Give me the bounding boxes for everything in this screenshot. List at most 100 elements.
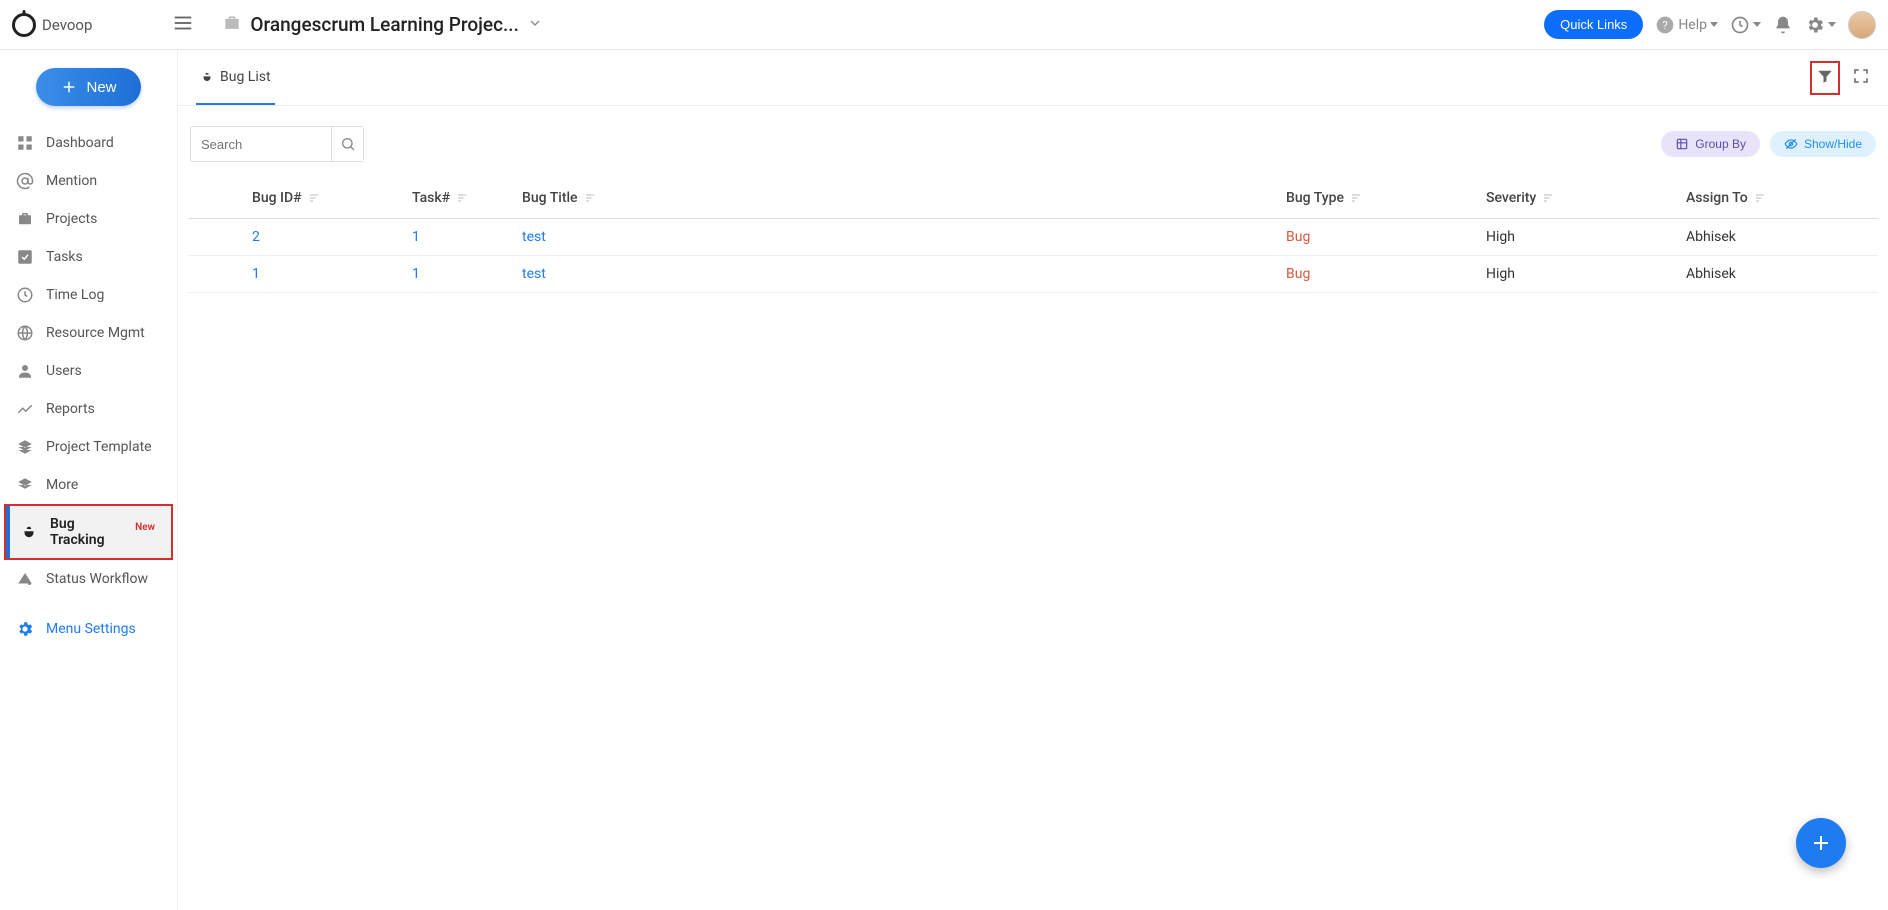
sidebar-item-bug-tracking[interactable]: Bug Tracking New	[6, 506, 171, 558]
new-badge: New	[135, 522, 155, 533]
svg-text:?: ?	[1663, 19, 1668, 32]
sidebar-item-label: Time Log	[46, 287, 104, 303]
check-box-icon	[16, 248, 34, 266]
sidebar-item-dashboard[interactable]: Dashboard	[0, 124, 177, 162]
sidebar-item-label: Status Workflow	[46, 571, 148, 587]
project-selector[interactable]: Orangescrum Learning Projec...	[222, 13, 542, 37]
severity-value: High	[1486, 266, 1515, 282]
bug-icon	[200, 70, 214, 84]
bug-title-link[interactable]: test	[522, 229, 546, 245]
bug-title-link[interactable]: test	[522, 266, 546, 282]
layers-icon	[16, 438, 34, 456]
task-link[interactable]: 1	[412, 266, 420, 282]
bug-icon	[20, 523, 38, 541]
show-hide-button[interactable]: Show/Hide	[1770, 131, 1876, 157]
sidebar-item-label: Menu Settings	[46, 621, 136, 637]
sidebar-item-tasks[interactable]: Tasks	[0, 238, 177, 276]
add-bug-fab[interactable]	[1796, 818, 1846, 868]
th-severity[interactable]: Severity	[1478, 178, 1678, 219]
chevron-down-icon	[527, 15, 543, 35]
notifications-button[interactable]	[1773, 15, 1793, 35]
new-button-label: New	[86, 79, 116, 96]
column-label: Bug Type	[1286, 190, 1344, 206]
sidebar-item-workflow[interactable]: Status Workflow	[0, 560, 177, 598]
search-icon	[340, 136, 356, 152]
clock-icon	[16, 286, 34, 304]
th-bug-id[interactable]: Bug ID#	[244, 178, 404, 219]
workflow-icon	[16, 570, 34, 588]
sidebar-item-label: Users	[46, 363, 82, 379]
main-content: Bug List	[178, 50, 1888, 910]
bug-id-link[interactable]: 2	[252, 229, 260, 245]
th-task[interactable]: Task#	[404, 178, 514, 219]
filter-button[interactable]	[1810, 61, 1840, 95]
grid-icon	[16, 134, 34, 152]
bug-type-value: Bug	[1286, 229, 1310, 245]
column-label: Task#	[412, 190, 450, 206]
toolbar: Group By Show/Hide	[188, 126, 1878, 178]
chart-line-icon	[16, 400, 34, 418]
new-button[interactable]: New	[36, 68, 140, 106]
layers-icon	[16, 476, 34, 494]
sidebar-item-label: Resource Mgmt	[46, 325, 145, 341]
task-link[interactable]: 1	[412, 229, 420, 245]
help-button[interactable]: ? Help	[1655, 15, 1718, 35]
settings-button[interactable]	[1805, 15, 1836, 35]
sort-icon	[1350, 192, 1362, 204]
bug-id-link[interactable]: 1	[252, 266, 260, 282]
user-icon	[16, 362, 34, 380]
caret-down-icon	[1828, 22, 1836, 27]
plus-icon	[1809, 831, 1833, 855]
sidebar-item-label: Mention	[46, 173, 97, 189]
project-name: Orangescrum Learning Projec...	[250, 13, 518, 36]
search-input[interactable]	[191, 129, 331, 160]
sub-header: Bug List	[178, 50, 1888, 106]
tab-bug-list[interactable]: Bug List	[196, 51, 275, 105]
caret-down-icon	[1753, 22, 1761, 27]
table-row[interactable]: 1 1 test Bug High Abhisek	[188, 256, 1878, 293]
sort-icon	[1754, 192, 1766, 204]
sidebar-item-reports[interactable]: Reports	[0, 390, 177, 428]
tab-label: Bug List	[220, 69, 271, 85]
bug-type-value: Bug	[1286, 266, 1310, 282]
menu-toggle-icon[interactable]	[172, 12, 194, 38]
sidebar-item-users[interactable]: Users	[0, 352, 177, 390]
sidebar-item-projects[interactable]: Projects	[0, 200, 177, 238]
sidebar-item-label: More	[46, 477, 78, 493]
logo[interactable]: Devoop	[12, 13, 92, 37]
search-button[interactable]	[331, 127, 363, 161]
sidebar-item-resource[interactable]: Resource Mgmt	[0, 314, 177, 352]
sort-icon	[456, 192, 468, 204]
sidebar-item-label: Project Template	[46, 439, 152, 455]
bug-tracking-highlight: Bug Tracking New	[4, 504, 173, 560]
history-button[interactable]	[1730, 15, 1761, 35]
sidebar-item-label: Dashboard	[46, 135, 114, 151]
th-bug-title[interactable]: Bug Title	[514, 178, 1278, 219]
sort-icon	[308, 192, 320, 204]
quick-links-button[interactable]: Quick Links	[1544, 10, 1643, 39]
sidebar: New Dashboard Mention Projects	[0, 50, 178, 910]
group-by-button[interactable]: Group By	[1661, 131, 1760, 157]
gear-icon	[16, 620, 34, 638]
filter-icon	[1816, 67, 1834, 85]
globe-icon	[16, 324, 34, 342]
fullscreen-button[interactable]	[1852, 67, 1870, 89]
briefcase-icon	[16, 210, 34, 228]
table-row[interactable]: 2 1 test Bug High Abhisek	[188, 219, 1878, 256]
sidebar-item-timelog[interactable]: Time Log	[0, 276, 177, 314]
sidebar-item-label: Tasks	[46, 249, 83, 265]
fullscreen-icon	[1852, 67, 1870, 85]
sidebar-item-mention[interactable]: Mention	[0, 162, 177, 200]
severity-value: High	[1486, 229, 1515, 245]
th-bug-type[interactable]: Bug Type	[1278, 178, 1478, 219]
group-icon	[1675, 137, 1689, 151]
th-checkbox	[188, 178, 244, 219]
sidebar-item-label: Bug Tracking	[50, 516, 121, 548]
briefcase-icon	[222, 13, 242, 37]
th-assign-to[interactable]: Assign To	[1678, 178, 1878, 219]
sidebar-item-more[interactable]: More	[0, 466, 177, 504]
sidebar-item-template[interactable]: Project Template	[0, 428, 177, 466]
sidebar-item-menu-settings[interactable]: Menu Settings	[0, 610, 177, 648]
column-label: Severity	[1486, 190, 1536, 206]
user-avatar[interactable]	[1848, 11, 1876, 39]
